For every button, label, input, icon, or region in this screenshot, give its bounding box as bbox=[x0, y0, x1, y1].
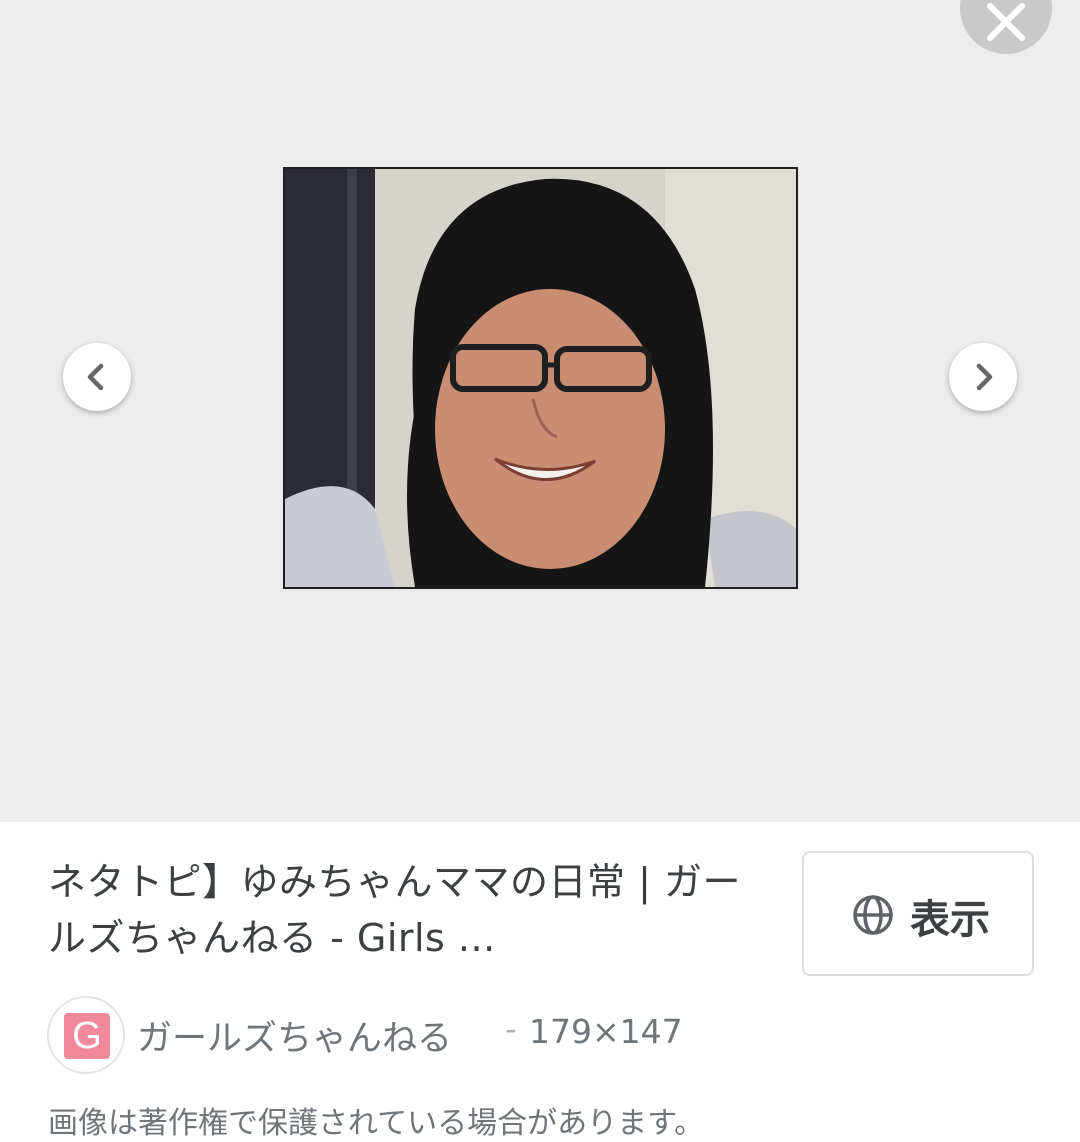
favicon-letter: G bbox=[64, 1013, 110, 1059]
site-favicon: G bbox=[47, 996, 125, 1074]
copyright-notice: 画像は著作権で保護されている場合があります。 bbox=[48, 1106, 705, 1141]
next-image-button[interactable] bbox=[949, 343, 1017, 411]
close-button[interactable] bbox=[960, 0, 1052, 54]
view-button[interactable]: 表示 bbox=[802, 851, 1034, 976]
close-icon bbox=[987, 3, 1025, 41]
source-separator: - bbox=[505, 1010, 517, 1048]
chevron-right-icon bbox=[976, 363, 993, 391]
view-button-label: 表示 bbox=[910, 897, 990, 943]
image-dimensions: 179×147 bbox=[529, 1012, 683, 1051]
chevron-left-icon bbox=[87, 363, 104, 391]
globe-icon bbox=[853, 895, 893, 935]
result-title[interactable]: ネタトピ】ゆみちゃんママの日常 | ガールズちゃんねる - Girls ... bbox=[48, 854, 768, 966]
result-image[interactable] bbox=[283, 167, 798, 589]
source-name: ガールズちゃんねる bbox=[137, 1019, 453, 1059]
result-info-panel: ネタトピ】ゆみちゃんママの日常 | ガールズちゃんねる - Girls ... … bbox=[0, 822, 1080, 1141]
source-row[interactable]: G ガールズちゃんねる - 179×147 bbox=[47, 996, 747, 1074]
previous-image-button[interactable] bbox=[63, 343, 131, 411]
image-viewer bbox=[0, 0, 1080, 822]
portrait-image bbox=[285, 169, 796, 587]
